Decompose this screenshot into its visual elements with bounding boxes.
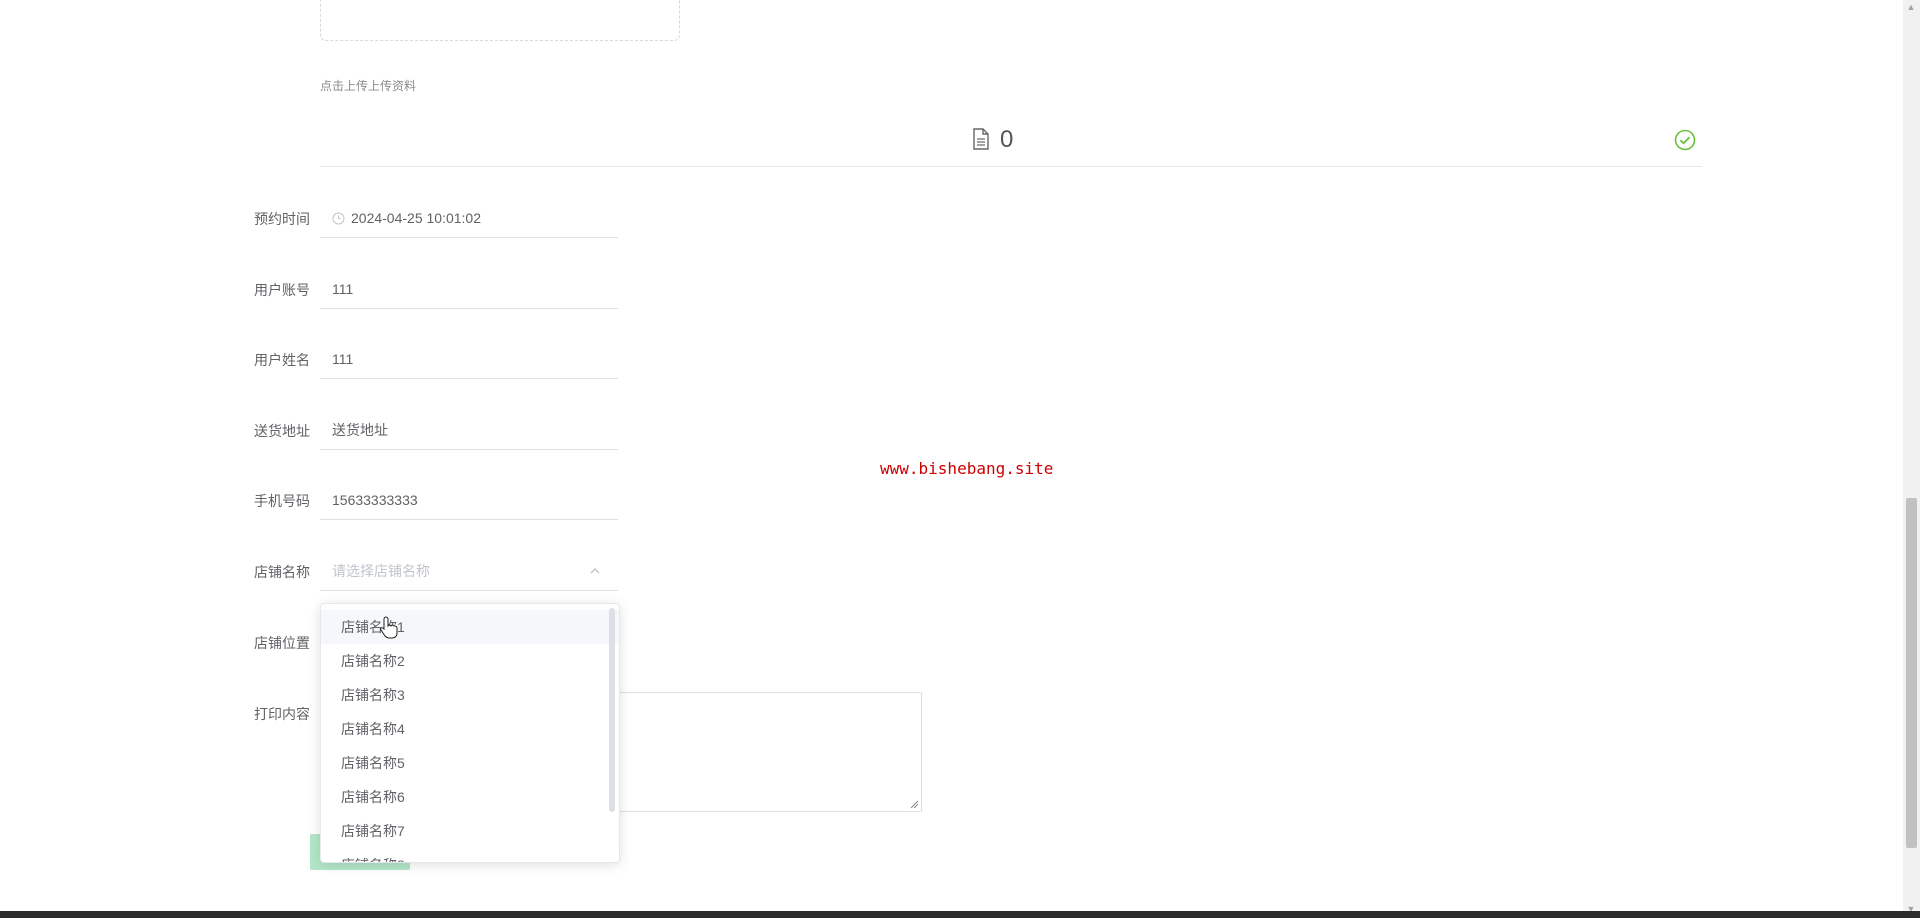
label-shop-location: 店铺位置: [254, 635, 310, 651]
phone-input[interactable]: 15633333333: [320, 480, 618, 520]
label-print-content: 打印内容: [254, 706, 310, 722]
dropdown-option[interactable]: 店铺名称2: [321, 644, 619, 678]
file-count: 0: [1000, 126, 1014, 153]
label-shop-name: 店铺名称: [254, 564, 310, 580]
shop-name-select[interactable]: 请选择店铺名称: [320, 551, 618, 591]
dropdown-option[interactable]: 店铺名称1: [321, 610, 619, 644]
dropdown-option[interactable]: 店铺名称5: [321, 746, 619, 780]
appointment-time-input[interactable]: 2024-04-25 10:01:02: [320, 198, 618, 238]
hand-cursor-icon: [380, 616, 398, 639]
print-content-textarea[interactable]: [618, 692, 922, 812]
document-icon: [973, 128, 989, 150]
dropdown-option[interactable]: 店铺名称3: [321, 678, 619, 712]
upload-tip: 点击上传上传资料: [320, 79, 417, 93]
label-phone: 手机号码: [254, 493, 310, 509]
resize-grip-icon[interactable]: [909, 799, 919, 809]
delivery-address-input[interactable]: 送货地址: [320, 410, 618, 450]
clock-icon: [332, 212, 345, 225]
label-user-name: 用户姓名: [254, 352, 310, 368]
page-scrollbar-thumb[interactable]: [1906, 498, 1917, 848]
label-user-account: 用户账号: [254, 282, 310, 298]
label-delivery-address: 送货地址: [254, 423, 310, 439]
dropdown-option[interactable]: 店铺名称6: [321, 780, 619, 814]
dropdown-option[interactable]: 店铺名称7: [321, 814, 619, 848]
watermark-text: www.bishebang.site: [880, 459, 1054, 478]
check-circle-icon: [1674, 129, 1696, 151]
user-name-input[interactable]: 111: [320, 339, 618, 379]
dropdown-option[interactable]: 店铺名称4: [321, 712, 619, 746]
uploaded-file-row: 0: [320, 118, 1702, 167]
dropdown-list: 店铺名称1 店铺名称2 店铺名称3 店铺名称4 店铺名称5 店铺名称6 店铺名称…: [321, 604, 619, 862]
dropdown-option[interactable]: 店铺名称8: [321, 848, 619, 862]
bottom-bar: [0, 911, 1920, 918]
shop-name-dropdown: 店铺名称1 店铺名称2 店铺名称3 店铺名称4 店铺名称5 店铺名称6 店铺名称…: [320, 603, 620, 863]
dropdown-scrollbar[interactable]: [609, 608, 615, 812]
scroll-up-arrow-icon[interactable]: ▲: [1905, 2, 1917, 12]
appointment-time-value: 2024-04-25 10:01:02: [351, 210, 481, 226]
upload-dropzone[interactable]: [320, 0, 680, 41]
label-appointment-time: 预约时间: [254, 211, 310, 227]
user-account-input[interactable]: 111: [320, 269, 618, 309]
chevron-up-icon[interactable]: [588, 564, 602, 578]
